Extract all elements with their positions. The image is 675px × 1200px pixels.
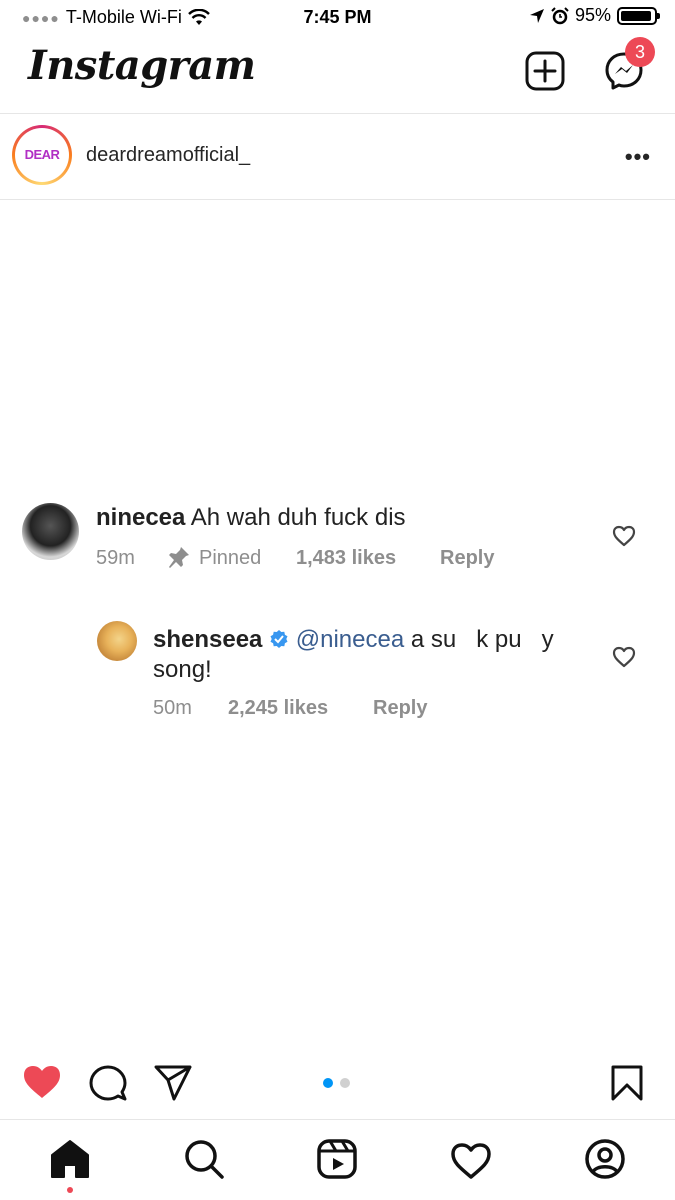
comment-time: 59m	[96, 547, 135, 569]
reply-text-line1: a su k pu y	[410, 626, 554, 653]
reply-text-line2: song!	[153, 656, 212, 683]
comment-icon[interactable]	[89, 1064, 127, 1102]
reply-username[interactable]: shenseea	[153, 626, 262, 653]
battery-icon	[617, 6, 660, 25]
share-icon[interactable]	[153, 1064, 193, 1102]
post-author-avatar[interactable]: DEAR	[12, 125, 72, 185]
profile-icon[interactable]	[583, 1137, 627, 1181]
bookmark-icon[interactable]	[610, 1064, 644, 1102]
carousel-dot	[340, 1078, 350, 1088]
search-icon[interactable]	[182, 1137, 226, 1181]
battery-percent: 95%	[574, 5, 611, 25]
reply-body: shenseea @ninecea a su k pu y song!	[153, 625, 593, 685]
reply-time: 50m	[153, 697, 192, 719]
battery-fill	[621, 10, 652, 21]
reply-reply-button[interactable]: Reply	[373, 697, 427, 720]
reels-icon[interactable]	[315, 1137, 359, 1181]
location-arrow-icon	[529, 8, 544, 23]
header-divider	[0, 113, 675, 114]
reply-likes[interactable]: 2,245 likes	[228, 697, 328, 720]
comment-like-icon[interactable]	[612, 525, 636, 547]
comment-avatar-ninecea[interactable]	[22, 503, 79, 560]
reply-mention[interactable]: @ninecea	[296, 626, 404, 653]
activity-heart-icon[interactable]	[449, 1139, 493, 1183]
carousel-dot-active	[323, 1078, 333, 1088]
home-icon[interactable]	[48, 1137, 92, 1181]
comment-text: Ah wah duh fuck dis	[190, 504, 406, 531]
more-options-icon[interactable]: •••	[625, 144, 651, 170]
messages-badge: 3	[625, 37, 655, 67]
status-bar: ●●●● T-Mobile Wi-Fi 7:45 PM 95%	[0, 0, 675, 36]
reply-like-icon[interactable]	[612, 646, 636, 668]
home-notification-dot	[67, 1187, 73, 1193]
comment-username[interactable]: ninecea	[96, 504, 185, 531]
comment-avatar-shenseea[interactable]	[97, 621, 137, 661]
pinned-label: Pinned	[199, 547, 262, 569]
alarm-icon	[551, 6, 569, 24]
heart-filled-icon[interactable]	[22, 1064, 62, 1100]
comment-body: ninecea Ah wah duh fuck dis	[96, 504, 406, 532]
post-header-divider	[0, 199, 675, 200]
comment-likes[interactable]: 1,483 likes	[296, 547, 396, 570]
instagram-logo[interactable]: Instagram	[28, 42, 256, 89]
post-author-username[interactable]: deardreamofficial_	[86, 144, 250, 167]
verified-badge-icon	[270, 630, 288, 648]
reply-button[interactable]: Reply	[440, 547, 494, 570]
status-right: 95%	[529, 5, 660, 26]
avatar-logo-text: DEAR	[24, 147, 60, 162]
nav-divider	[0, 1119, 675, 1120]
pin-icon	[169, 547, 189, 568]
new-post-icon[interactable]	[525, 51, 565, 91]
